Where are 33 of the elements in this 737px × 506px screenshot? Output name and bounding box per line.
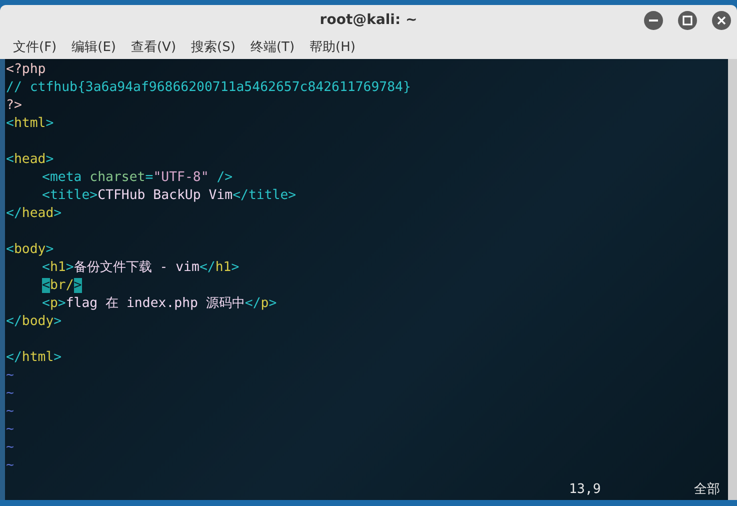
- window-title: root@kali: ~: [320, 12, 418, 28]
- menu-item[interactable]: 查看(V): [124, 38, 184, 56]
- code-line: <p>flag 在 index.php 源码中</p>: [41, 295, 278, 313]
- code-line: <head>: [6, 151, 55, 169]
- menu-item[interactable]: 文件(F): [6, 38, 65, 56]
- close-icon[interactable]: [712, 11, 731, 30]
- cursor-position: 13,9: [569, 482, 601, 496]
- code-line: </html>: [6, 349, 63, 367]
- code-line: <br/>: [41, 277, 83, 295]
- code-line: </head>: [6, 205, 63, 223]
- minimize-icon[interactable]: [644, 11, 663, 30]
- empty-line-marker: ~: [6, 421, 15, 439]
- menu-item[interactable]: 搜索(S): [184, 38, 244, 56]
- code-line: <?php: [6, 61, 47, 79]
- empty-line-marker: ~: [6, 403, 15, 421]
- maximize-icon[interactable]: [678, 11, 697, 30]
- code-line: </body>: [6, 313, 63, 331]
- empty-line-marker: ~: [6, 385, 15, 403]
- code-line: <h1>备份文件下载 - vim</h1>: [41, 259, 240, 277]
- empty-line-marker: ~: [6, 439, 15, 457]
- empty-line-marker: ~: [6, 367, 15, 385]
- scroll-position: 全部: [694, 481, 720, 498]
- code-line: <meta charset="UTF-8" />: [41, 169, 234, 187]
- code-line: <body>: [6, 241, 55, 259]
- code-line: ?>: [6, 97, 23, 115]
- menu-item[interactable]: 编辑(E): [64, 38, 124, 56]
- menu-item[interactable]: 帮助(H): [302, 38, 364, 56]
- code-line: <html>: [6, 115, 55, 133]
- scrollbar[interactable]: [728, 59, 737, 500]
- code-line: <title>CTFHub BackUp Vim</title>: [41, 187, 298, 205]
- empty-line-marker: ~: [6, 457, 15, 475]
- menu-item[interactable]: 终端(T): [243, 38, 303, 56]
- code-line: // ctfhub{3a6a94af96866200711a5462657c842611769784}: [6, 79, 412, 97]
